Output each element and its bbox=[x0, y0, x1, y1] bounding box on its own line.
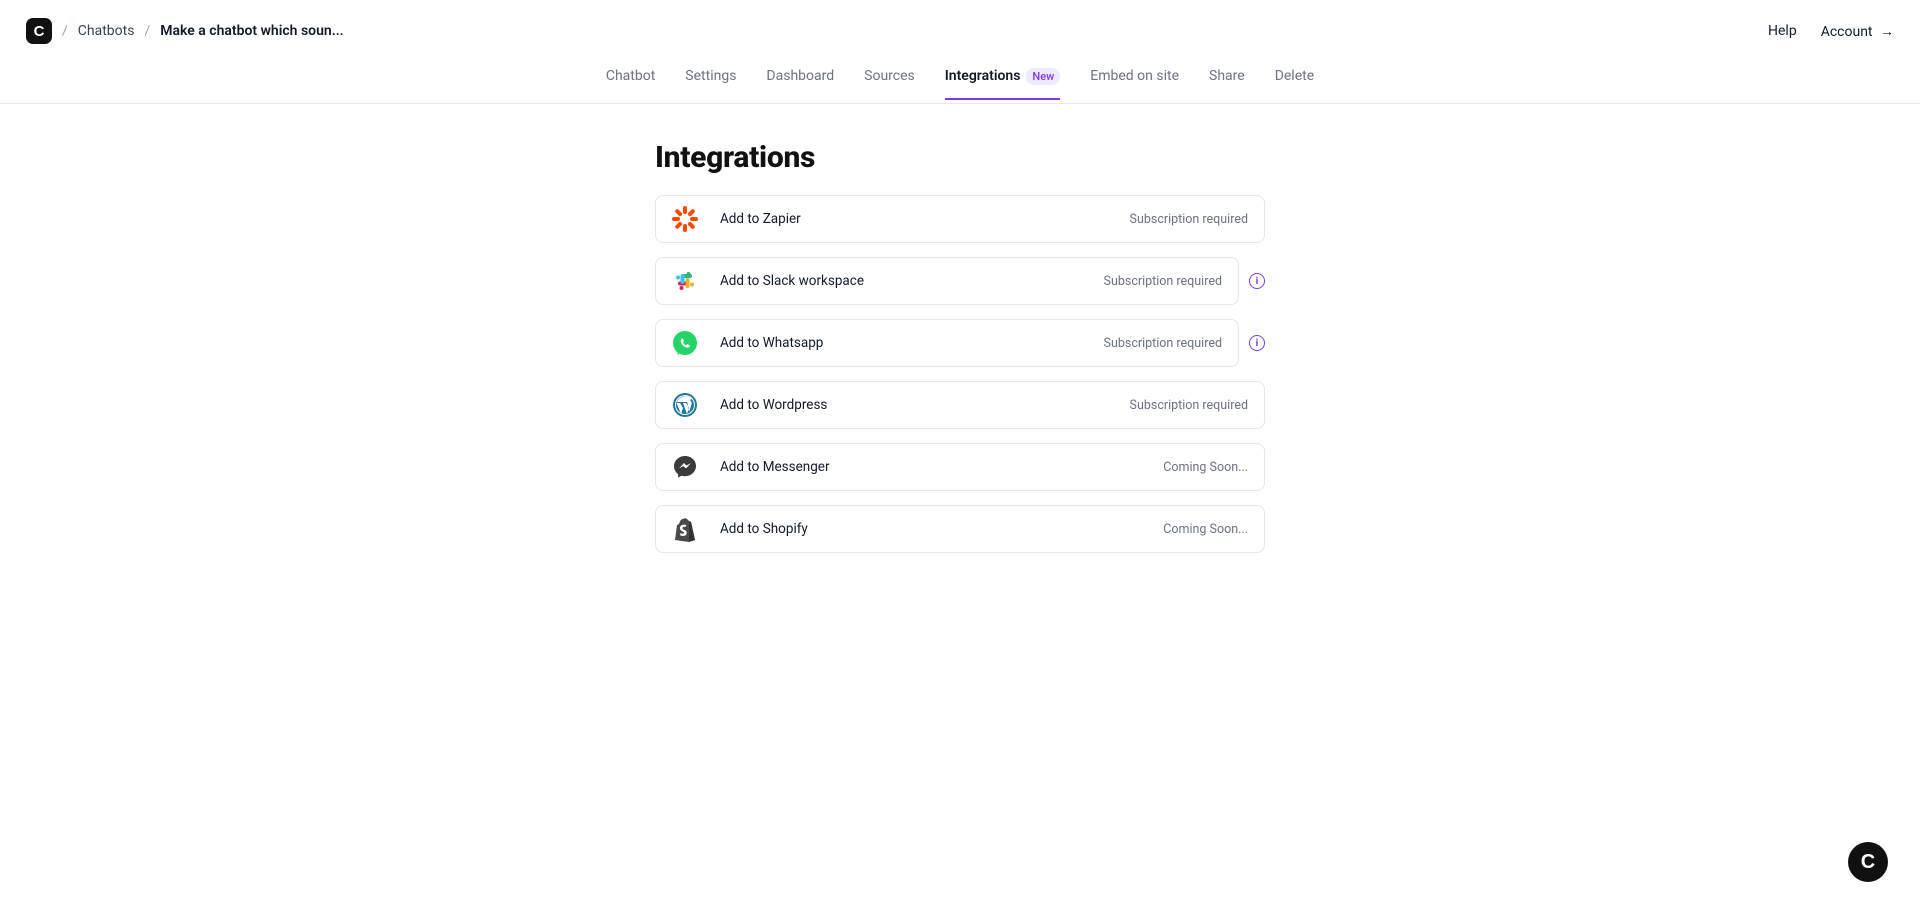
wordpress-icon bbox=[672, 392, 698, 418]
main: Integrations bbox=[655, 140, 1265, 553]
info-icon[interactable]: i bbox=[1249, 335, 1265, 351]
tab-label: Settings bbox=[685, 68, 736, 84]
arrow-right-icon: → bbox=[1880, 24, 1894, 40]
tab-integrations[interactable]: Integrations New bbox=[945, 68, 1061, 100]
breadcrumb-separator: / bbox=[62, 23, 68, 39]
whatsapp-icon bbox=[672, 330, 698, 356]
tab-label: Embed on site bbox=[1090, 68, 1179, 84]
topbar: C / Chatbots / Make a chatbot which soun… bbox=[0, 0, 1920, 64]
tab-label: Chatbot bbox=[606, 68, 655, 84]
integration-card-shopify[interactable]: Add to Shopify Coming Soon... bbox=[655, 505, 1265, 553]
chat-widget-icon: C bbox=[1861, 852, 1875, 872]
info-icon[interactable]: i bbox=[1249, 273, 1265, 289]
tab-share[interactable]: Share bbox=[1209, 68, 1245, 99]
integration-label: Add to Slack workspace bbox=[720, 273, 1082, 289]
tab-dashboard[interactable]: Dashboard bbox=[766, 68, 834, 99]
account-link-label: Account bbox=[1821, 24, 1873, 40]
integration-status: Subscription required bbox=[1104, 336, 1222, 351]
badge-new: New bbox=[1026, 68, 1060, 85]
tab-label: Sources bbox=[864, 68, 915, 84]
integration-row-slack: Add to Slack workspace Subscription requ… bbox=[655, 257, 1265, 305]
tab-chatbot[interactable]: Chatbot bbox=[606, 68, 655, 99]
integration-row-whatsapp: Add to Whatsapp Subscription required i bbox=[655, 319, 1265, 367]
integration-row-messenger: Add to Messenger Coming Soon... bbox=[655, 443, 1265, 491]
integration-card-wordpress[interactable]: Add to Wordpress Subscription required bbox=[655, 381, 1265, 429]
tab-label: Integrations bbox=[945, 68, 1021, 84]
integration-status: Subscription required bbox=[1130, 212, 1248, 227]
integration-label: Add to Shopify bbox=[720, 521, 1141, 537]
integration-row-wordpress: Add to Wordpress Subscription required bbox=[655, 381, 1265, 429]
tab-label: Delete bbox=[1275, 68, 1314, 84]
tab-settings[interactable]: Settings bbox=[685, 68, 736, 99]
breadcrumb-root[interactable]: Chatbots bbox=[78, 23, 135, 39]
tab-delete[interactable]: Delete bbox=[1275, 68, 1314, 99]
integration-status: Subscription required bbox=[1104, 274, 1222, 289]
breadcrumb: C / Chatbots / Make a chatbot which soun… bbox=[26, 18, 344, 44]
chat-widget-button[interactable]: C bbox=[1848, 842, 1888, 882]
integration-label: Add to Wordpress bbox=[720, 397, 1108, 413]
page-title: Integrations bbox=[655, 140, 1265, 175]
breadcrumb-separator: / bbox=[144, 23, 150, 39]
integration-label: Add to Messenger bbox=[720, 459, 1141, 475]
tab-embed[interactable]: Embed on site bbox=[1090, 68, 1179, 99]
integration-card-whatsapp[interactable]: Add to Whatsapp Subscription required bbox=[655, 319, 1239, 367]
integration-list: Add to Zapier Subscription required bbox=[655, 195, 1265, 553]
top-right-links: Help Account → bbox=[1768, 23, 1894, 40]
account-link[interactable]: Account → bbox=[1821, 23, 1894, 40]
zapier-icon bbox=[672, 206, 698, 232]
tab-sources[interactable]: Sources bbox=[864, 68, 915, 99]
integration-card-zapier[interactable]: Add to Zapier Subscription required bbox=[655, 195, 1265, 243]
tab-label: Dashboard bbox=[766, 68, 834, 84]
tabs: Chatbot Settings Dashboard Sources Integ… bbox=[0, 64, 1920, 104]
help-link[interactable]: Help bbox=[1768, 23, 1797, 39]
integration-label: Add to Zapier bbox=[720, 211, 1108, 227]
shopify-icon bbox=[672, 516, 698, 542]
integration-card-slack[interactable]: Add to Slack workspace Subscription requ… bbox=[655, 257, 1239, 305]
integration-status: Coming Soon... bbox=[1163, 460, 1248, 475]
breadcrumb-current[interactable]: Make a chatbot which soun... bbox=[160, 23, 343, 39]
tab-label: Share bbox=[1209, 68, 1245, 84]
app-logo-letter: C bbox=[34, 24, 45, 39]
app-logo[interactable]: C bbox=[26, 18, 52, 44]
messenger-icon bbox=[672, 454, 698, 480]
slack-icon bbox=[672, 268, 698, 294]
integration-label: Add to Whatsapp bbox=[720, 335, 1082, 351]
integration-row-shopify: Add to Shopify Coming Soon... bbox=[655, 505, 1265, 553]
integration-status: Coming Soon... bbox=[1163, 522, 1248, 537]
integration-card-messenger[interactable]: Add to Messenger Coming Soon... bbox=[655, 443, 1265, 491]
integration-status: Subscription required bbox=[1130, 398, 1248, 413]
integration-row-zapier: Add to Zapier Subscription required bbox=[655, 195, 1265, 243]
